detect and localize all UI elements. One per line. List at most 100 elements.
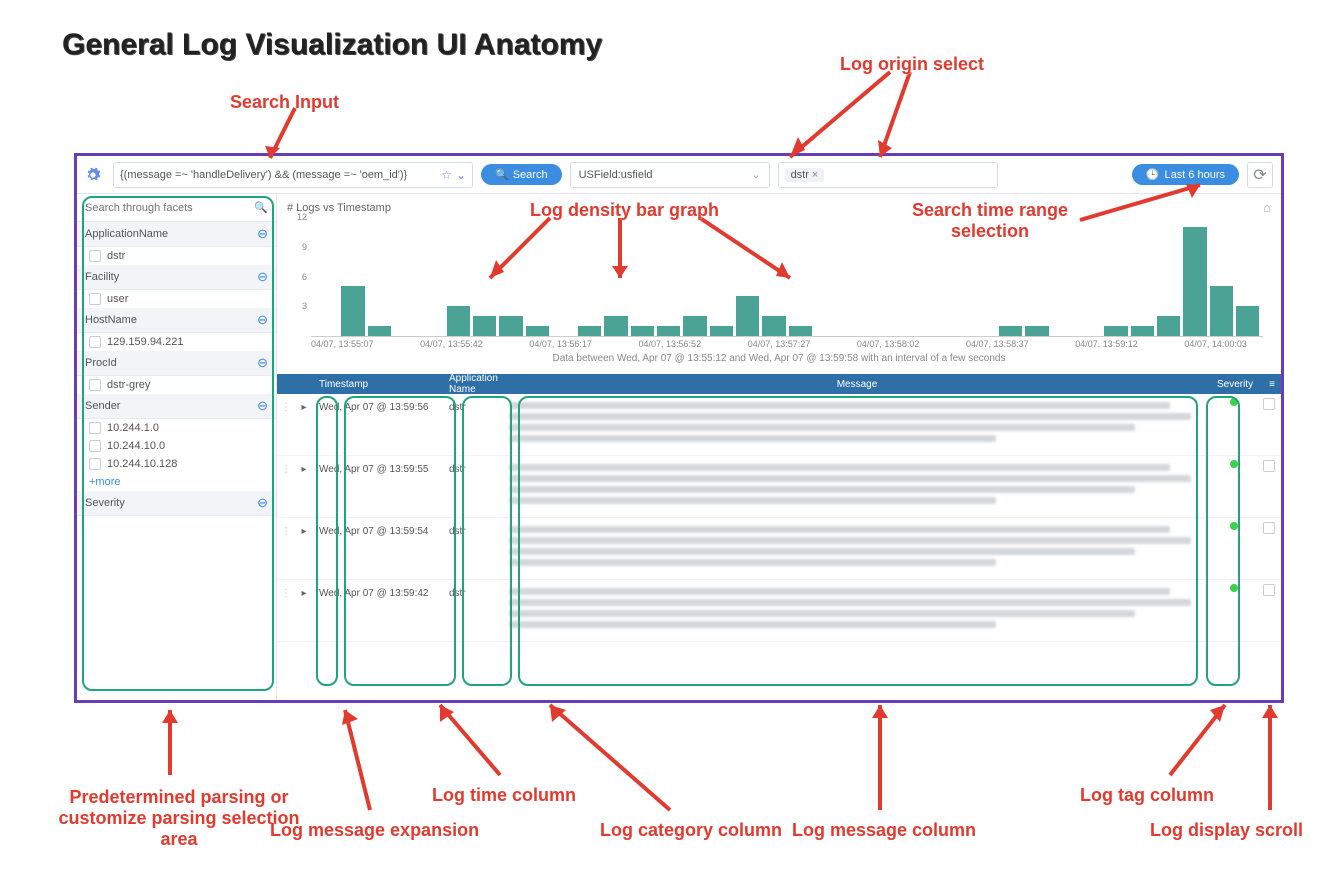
close-icon[interactable]: × [812, 169, 818, 181]
x-tick: 04/07, 13:59:12 [1075, 339, 1138, 349]
chart-bar[interactable] [657, 326, 680, 336]
time-range-button[interactable]: 🕒 Last 6 hours [1132, 164, 1239, 185]
facet-group-head[interactable]: ApplicationName ⊖ [77, 222, 276, 247]
chart-bar[interactable] [683, 316, 706, 336]
expand-icon[interactable]: ▸ [295, 460, 313, 475]
facet-group-name: Facility [85, 271, 119, 283]
chart-bar[interactable] [999, 326, 1022, 336]
severity-dot-icon [1230, 584, 1238, 592]
x-tick: 04/07, 13:56:17 [529, 339, 592, 349]
collapse-icon[interactable]: ⊖ [257, 269, 268, 285]
origin-select[interactable]: USField:usfield ⌄ [570, 162, 770, 188]
cell-timestamp: Wed, Apr 07 @ 13:59:42 [313, 584, 443, 603]
chart-bar[interactable] [789, 326, 812, 336]
row-menu-icon[interactable]: ⋮ [277, 522, 295, 537]
annot-msg-col: Log message column [792, 820, 976, 841]
chart-bar[interactable] [341, 286, 364, 336]
chart-bar[interactable] [578, 326, 601, 336]
chart-bar[interactable] [1236, 306, 1259, 336]
query-input[interactable]: {(message =~ 'handleDelivery') && (messa… [113, 162, 473, 188]
chevron-down-icon[interactable]: ⌄ [456, 168, 466, 182]
chart-bar[interactable] [762, 316, 785, 336]
th-message[interactable]: Message [503, 379, 1211, 390]
collapse-icon[interactable]: ⊖ [257, 312, 268, 328]
chart-bar[interactable] [1210, 286, 1233, 336]
chart-bar[interactable] [526, 326, 549, 336]
tag-chip-label: dstr [791, 169, 809, 181]
facet-group-name: Severity [85, 497, 125, 509]
th-timestamp[interactable]: Timestamp [313, 379, 443, 390]
table-row: ⋮▸Wed, Apr 07 @ 13:59:55dstr [277, 456, 1281, 518]
facet-item[interactable]: 10.244.10.128 [77, 455, 276, 473]
chart-bar[interactable] [710, 326, 733, 336]
th-app[interactable]: Application Name [443, 374, 503, 395]
expand-icon[interactable]: ▸ [295, 584, 313, 599]
chart-bar[interactable] [631, 326, 654, 336]
x-tick: 04/07, 13:58:02 [857, 339, 920, 349]
search-button[interactable]: 🔍 Search [481, 164, 562, 185]
row-checkbox[interactable] [1256, 584, 1281, 596]
x-tick: 04/07, 13:55:07 [311, 339, 374, 349]
th-severity[interactable]: Severity [1211, 379, 1256, 390]
facet-item[interactable]: 10.244.10.0 [77, 437, 276, 455]
cell-message [503, 584, 1211, 636]
star-icon[interactable]: ☆ [441, 168, 452, 182]
refresh-button[interactable]: ⟳ [1247, 162, 1273, 188]
facet-item[interactable]: dstr [77, 247, 276, 265]
severity-dot-icon [1230, 398, 1238, 406]
row-checkbox[interactable] [1256, 522, 1281, 534]
chart-bar[interactable] [1183, 227, 1206, 336]
expand-icon[interactable]: ▸ [295, 398, 313, 413]
facet-item[interactable]: 129.159.94.221 [77, 333, 276, 351]
collapse-icon[interactable]: ⊖ [257, 398, 268, 414]
y-tick: 9 [302, 242, 307, 252]
row-menu-icon[interactable]: ⋮ [277, 584, 295, 599]
chart-plot[interactable]: 12963 [311, 217, 1263, 337]
chart-bar[interactable] [1104, 326, 1127, 336]
toolbar: {(message =~ 'handleDelivery') && (messa… [77, 156, 1281, 194]
tag-chip[interactable]: dstr × [785, 168, 825, 182]
cell-message [503, 522, 1211, 574]
cell-app: dstr [443, 398, 503, 417]
chart-bar[interactable] [368, 326, 391, 336]
hamburger-icon[interactable]: ≡ [1269, 379, 1275, 390]
chart-bar[interactable] [473, 316, 496, 336]
facet-more-link[interactable]: +more [77, 473, 276, 491]
row-checkbox[interactable] [1256, 460, 1281, 472]
chart-bar[interactable] [447, 306, 470, 336]
facet-group-name: Sender [85, 400, 120, 412]
chart-bar[interactable] [1131, 326, 1154, 336]
chart-bar[interactable] [736, 296, 759, 336]
table-body[interactable]: ⋮▸Wed, Apr 07 @ 13:59:56dstr⋮▸Wed, Apr 0… [277, 394, 1281, 700]
facet-group-head[interactable]: Severity ⊖ [77, 491, 276, 516]
facet-item[interactable]: 10.244.1.0 [77, 419, 276, 437]
cell-severity [1211, 460, 1256, 468]
facet-group-name: ProcId [85, 357, 117, 369]
row-checkbox[interactable] [1256, 398, 1281, 410]
facet-group-name: ApplicationName [85, 228, 168, 240]
chart-bar[interactable] [499, 316, 522, 336]
facet-group-head[interactable]: ProcId ⊖ [77, 351, 276, 376]
annot-search-input: Search Input [230, 92, 339, 113]
expand-icon[interactable]: ▸ [295, 522, 313, 537]
facet-item[interactable]: user [77, 290, 276, 308]
annot-msg-expansion: Log message expansion [270, 820, 479, 841]
tag-filter-input[interactable]: dstr × [778, 162, 998, 188]
facet-item[interactable]: dstr-grey [77, 376, 276, 394]
facet-group-head[interactable]: HostName⊖ [77, 308, 276, 333]
facet-search[interactable]: 🔍 [77, 194, 276, 222]
row-menu-icon[interactable]: ⋮ [277, 460, 295, 475]
chart-bar[interactable] [604, 316, 627, 336]
collapse-icon[interactable]: ⊖ [257, 226, 268, 242]
cell-app: dstr [443, 522, 503, 541]
collapse-icon[interactable]: ⊖ [257, 495, 268, 511]
facet-group-head[interactable]: Sender ⊖ [77, 394, 276, 419]
facet-group-head[interactable]: Facility ⊖ [77, 265, 276, 290]
chart-bar[interactable] [1157, 316, 1180, 336]
collapse-icon[interactable]: ⊖ [257, 355, 268, 371]
chart-bar[interactable] [1025, 326, 1048, 336]
row-menu-icon[interactable]: ⋮ [277, 398, 295, 413]
facet-search-input[interactable] [85, 202, 254, 214]
cell-message [503, 460, 1211, 512]
home-icon[interactable]: ⌂ [1263, 200, 1271, 215]
